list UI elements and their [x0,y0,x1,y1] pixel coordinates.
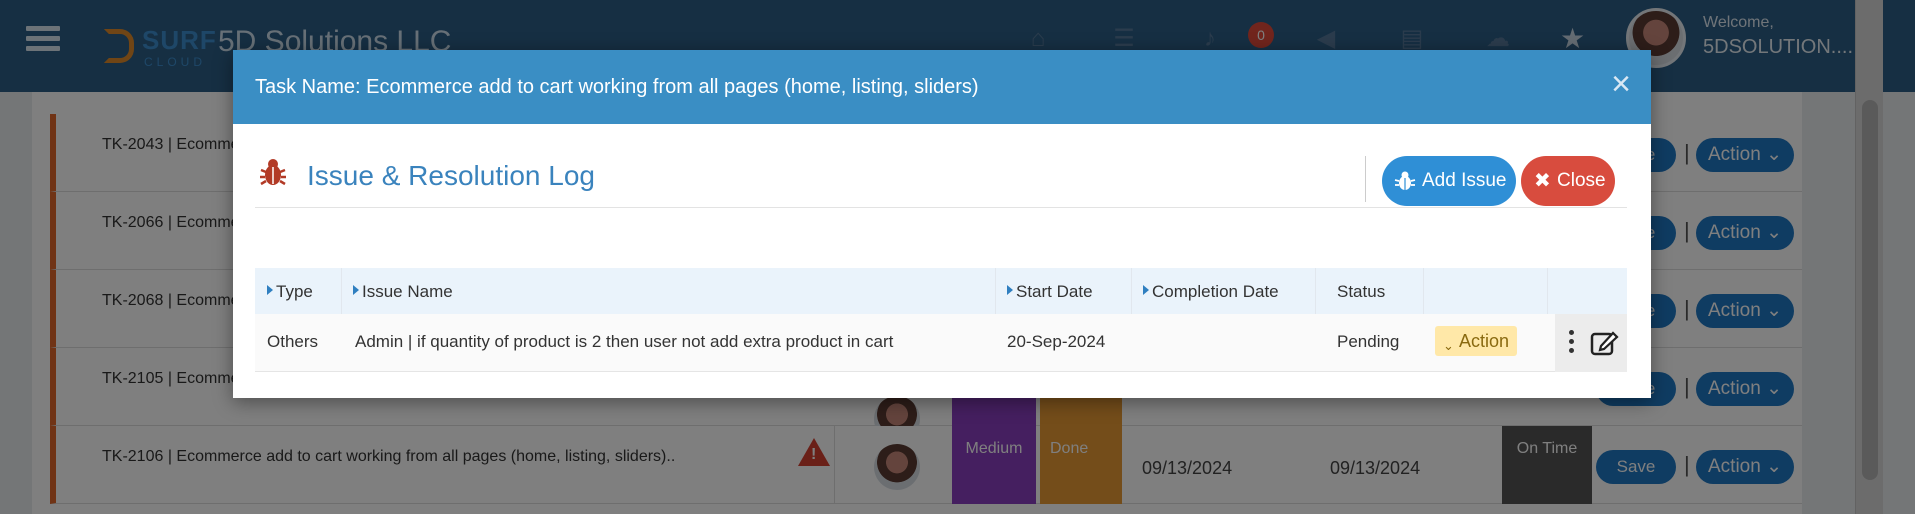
section-title: Issue & Resolution Log [307,160,595,191]
close-icon[interactable]: × [1603,66,1639,102]
modal-title: Task Name: Ecommerce add to cart working… [255,76,979,98]
column-header-completion-date[interactable]: Completion Date [1143,282,1279,302]
sort-icon [1007,285,1013,295]
bug-icon [1394,171,1416,190]
divider [255,207,1627,208]
column-header-type[interactable]: Type [267,282,313,302]
column-header-status: Status [1337,282,1386,301]
close-label: Close [1557,170,1606,191]
table-header: Type Issue Name Start Date Completion Da… [255,268,1627,314]
chevron-down-icon: ⌄ [1443,338,1454,353]
close-button[interactable]: ✖ Close [1521,156,1615,206]
cell-start-date: 20-Sep-2024 [1007,332,1106,351]
bug-icon [260,159,286,186]
divider [1365,156,1366,202]
sort-icon [1143,285,1149,295]
x-icon: ✖ [1534,170,1551,192]
more-vertical-icon[interactable] [1569,330,1575,356]
cell-issue-name: Admin | if quantity of product is 2 then… [355,332,894,351]
cell-status: Pending [1337,332,1400,351]
column-header-start-date[interactable]: Start Date [1007,282,1093,302]
sort-icon [353,285,359,295]
issue-log-modal: Task Name: Ecommerce add to cart working… [233,50,1651,398]
table-row: Others Admin | if quantity of product is… [255,314,1627,372]
modal-header: Task Name: Ecommerce add to cart working… [233,50,1651,124]
cell-type: Others [267,332,319,351]
row-action-dropdown[interactable]: ⌄ Action [1435,326,1517,356]
add-issue-label: Add Issue [1422,170,1507,191]
edit-icon[interactable] [1589,328,1619,358]
row-tools [1555,314,1627,372]
sort-icon [267,285,273,295]
column-header-issue-name[interactable]: Issue Name [353,282,453,302]
add-issue-button[interactable]: Add Issue [1382,156,1516,206]
